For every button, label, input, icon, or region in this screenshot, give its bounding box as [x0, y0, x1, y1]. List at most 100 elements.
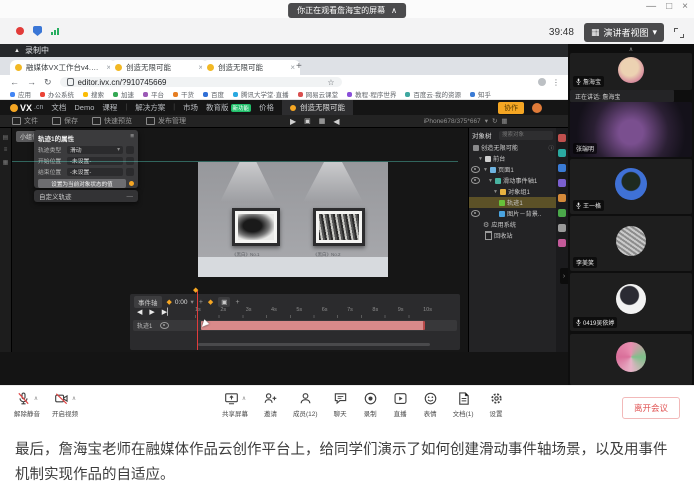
fullscreen-icon[interactable]	[674, 28, 684, 38]
prop-set-button[interactable]	[126, 168, 134, 176]
bookmark-item[interactable]: 加速	[113, 89, 134, 99]
nav-item-edu[interactable]: 教育版新功能	[206, 102, 251, 113]
refresh-icon[interactable]: ↻	[44, 77, 52, 88]
live-button[interactable]: 直播	[393, 391, 408, 418]
menu-icon[interactable]: ≡	[4, 147, 8, 153]
nav-item-market[interactable]: 市场	[183, 102, 198, 113]
save-button[interactable]: 保存	[52, 116, 78, 126]
members-button[interactable]: 成员(12)	[293, 391, 318, 418]
view-mode-button[interactable]: ▦ 演讲者视图 ▾	[584, 23, 664, 42]
tree-item-app[interactable]: 创造无限可能 ⓘ	[469, 142, 556, 153]
tree-item-page[interactable]: ▼页面1	[469, 164, 556, 175]
end-pos-field[interactable]: -未设置-	[67, 168, 123, 176]
leave-meeting-button[interactable]: 离开会议	[622, 397, 680, 419]
profile-avatar[interactable]	[538, 78, 546, 86]
device-selector[interactable]: iPhone678/375*667	[424, 118, 481, 125]
scroll-up-arrow[interactable]: ∧	[570, 45, 692, 53]
chat-button[interactable]: 聊天	[333, 391, 348, 418]
participant-tile-4[interactable]: 李美笑	[570, 216, 692, 271]
prop-set-button[interactable]	[126, 146, 134, 154]
grid-icon[interactable]: ▦	[501, 117, 507, 125]
custom-track-panel[interactable]: 自定义轨迹 —	[34, 190, 138, 202]
record-button[interactable]: 录制	[363, 391, 378, 418]
device-caret-icon[interactable]: ▾	[485, 117, 488, 125]
panel-collapse-arrow[interactable]: ›	[560, 268, 568, 284]
forward-icon[interactable]: →	[27, 77, 36, 87]
bookmark-star-icon[interactable]: ☆	[327, 78, 334, 87]
tree-item-image[interactable]: 图片－背景..	[469, 208, 556, 219]
artwork-frame-1[interactable]	[232, 208, 280, 246]
start-video-button[interactable]: ∧ 开启视频	[52, 391, 78, 418]
bookmark-item[interactable]: 应用	[10, 89, 31, 99]
vx-logo[interactable]: VX.cn	[10, 103, 43, 113]
component-icon[interactable]	[558, 209, 566, 217]
timeline-ruler[interactable]: 1s2s 3s4s 5s6s 7s8s 9s10s	[195, 307, 432, 317]
bookmark-item[interactable]: 干货	[173, 89, 194, 99]
timeline-track-row[interactable]: 轨迹1	[133, 320, 457, 331]
url-field[interactable]: editor.ivx.cn/?910745669 ☆	[60, 77, 342, 87]
canvas-gallery-wall[interactable]: 《黑白》No.1综合材料 《黑白》No.2综合材料	[198, 162, 388, 257]
playhead-line[interactable]	[197, 291, 198, 350]
artwork-frame-2[interactable]	[313, 208, 365, 246]
back-icon[interactable]: ←	[10, 77, 19, 87]
nav-item-solutions[interactable]: 解决方案	[135, 102, 165, 113]
bookmark-item[interactable]: 知乎	[470, 89, 491, 99]
screenshot-icon[interactable]: ▣	[304, 117, 311, 125]
nav-item-pricing[interactable]: 价格	[259, 102, 274, 113]
debug-icon[interactable]: ▦	[319, 117, 326, 125]
user-avatar[interactable]	[532, 103, 542, 113]
rotate-icon[interactable]: ↻	[492, 117, 497, 125]
banner-collapse-icon[interactable]: ∧	[391, 6, 397, 15]
add-keyframe-button[interactable]: +	[199, 299, 203, 306]
participant-tile-1[interactable]: 詹海宝	[570, 53, 692, 90]
bookmark-item[interactable]: 办公系统	[40, 89, 74, 99]
minimize-button[interactable]: —	[646, 1, 656, 12]
browser-tab-3[interactable]: 创造无限可能 ×	[202, 60, 300, 75]
participant-tile-2[interactable]: 张端明	[570, 102, 692, 157]
nav-item-demo[interactable]: Demo	[74, 103, 94, 112]
bookmark-item[interactable]: 平台	[143, 89, 164, 99]
eye-icon[interactable]	[471, 210, 480, 217]
tab-close-icon[interactable]: ×	[290, 63, 295, 72]
tree-item-track-selected[interactable]: 轨迹1	[469, 197, 556, 208]
next-frame-button[interactable]: ▶▏	[162, 308, 173, 316]
participant-tile-3[interactable]: 王一格	[570, 159, 692, 214]
tree-item-event-axis[interactable]: ▼滑动事件轴1	[469, 175, 556, 186]
quick-preview-button[interactable]: 快速预览	[92, 116, 132, 126]
menu-kebab-icon[interactable]: ⋮	[552, 78, 560, 87]
unmute-button[interactable]: ∧ 解除静音	[14, 391, 40, 418]
video-options-caret[interactable]: ∧	[72, 395, 76, 402]
tree-item-trash[interactable]: 回收站	[469, 230, 556, 241]
nav-item-course[interactable]: 课程	[102, 102, 117, 113]
browser-tab-1[interactable]: 融媒体VX工作台v4.1_我的作品 ×	[10, 60, 116, 75]
new-tab-button[interactable]: +	[296, 61, 302, 72]
participant-tile-6[interactable]	[570, 334, 692, 385]
bookmark-item[interactable]: 搜索	[83, 89, 104, 99]
layers-icon[interactable]: ▤	[3, 134, 9, 141]
bookmark-item[interactable]: 教程·程序世界	[347, 89, 396, 99]
camera-chip-icon[interactable]: ▣	[218, 297, 230, 307]
docs-button[interactable]: 文档(1)	[453, 391, 474, 418]
publish-manage-button[interactable]: 发布管理	[146, 116, 186, 126]
publish-icon[interactable]: ◀	[333, 117, 339, 126]
tree-item-group[interactable]: ▼对象组1	[469, 186, 556, 197]
invite-button[interactable]: 邀请	[263, 391, 278, 418]
share-screen-button[interactable]: ∧ 共享屏幕	[222, 391, 248, 418]
emoji-button[interactable]: 表情	[423, 391, 438, 418]
browser-tab-2[interactable]: 创造无限可能 ×	[110, 60, 208, 75]
time-display[interactable]: ◆ 0:00 ▾	[167, 298, 194, 306]
bookmark-item[interactable]: 腾讯大学堂·直播	[233, 89, 289, 99]
eye-icon[interactable]	[471, 166, 480, 173]
collab-button[interactable]: 协作	[498, 102, 524, 114]
nav-item-docs[interactable]: 文档	[51, 102, 66, 113]
grid-small-icon[interactable]: ▦	[3, 159, 9, 166]
tree-item-frontend[interactable]: ▼前台	[469, 153, 556, 164]
bookmark-item[interactable]: 百度云·我的资源	[405, 89, 461, 99]
file-menu-button[interactable]: 文件	[12, 116, 38, 126]
app-tab[interactable]: 创造无限可能	[282, 100, 353, 115]
close-button[interactable]: ×	[682, 1, 688, 12]
prev-frame-button[interactable]: ◀	[137, 308, 142, 316]
timeline-scrollbar[interactable]	[198, 343, 430, 346]
run-preview-icon[interactable]: ▶	[290, 117, 296, 126]
maximize-button[interactable]: □	[666, 1, 672, 12]
